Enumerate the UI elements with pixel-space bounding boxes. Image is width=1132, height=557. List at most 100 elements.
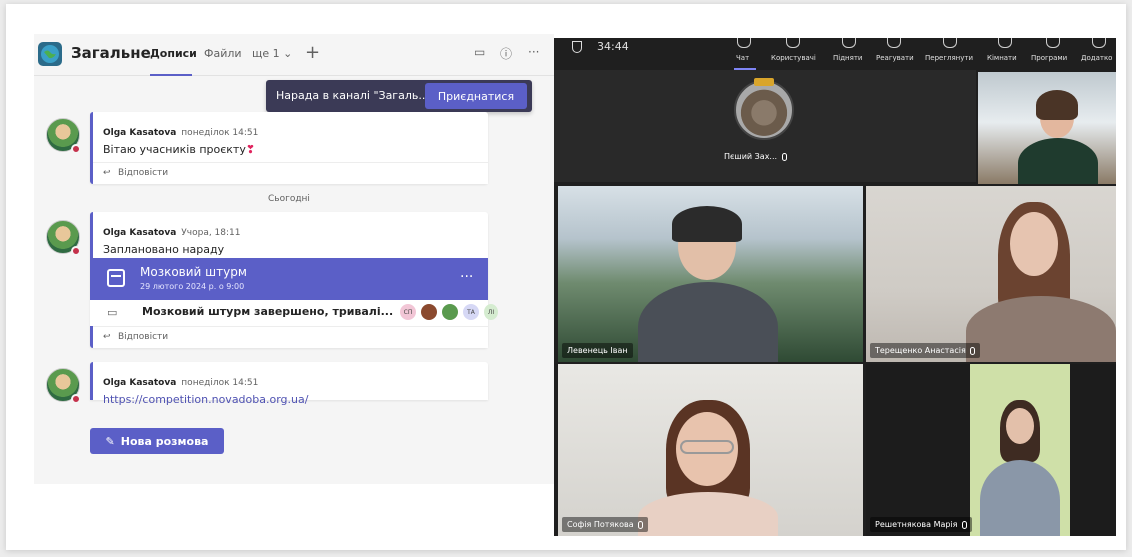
meeting-title: Мозковий штурм (140, 265, 247, 279)
participant-chip: ЛІ (484, 304, 498, 320)
meeting-date: 29 лютого 2024 р. о 9:00 (140, 282, 245, 291)
status-dot-icon (71, 144, 81, 154)
participant-label: Пєший Зах... (724, 152, 788, 161)
participant-label: Софія Потякова (562, 517, 648, 532)
message-card[interactable]: Olga Kasatova понеділок 14:51 Вітаю учасн… (90, 112, 488, 184)
participant-chip: СП (400, 304, 416, 320)
message-author: Olga Kasatova (103, 128, 177, 138)
chat-icon (737, 38, 751, 48)
new-conversation-button[interactable]: ✎ Нова розмова (90, 428, 224, 454)
toolbar-more[interactable]: Додатко (1081, 54, 1112, 62)
message-header: Olga Kasatova понеділок 14:51 (103, 370, 478, 389)
message-text-row: Вітаю учасників проєкту❣ (103, 143, 478, 156)
mic-off-icon (782, 152, 788, 161)
reply-arrow-icon: ↩ (103, 168, 111, 178)
participant-tile[interactable]: Пєший Зах... (554, 70, 976, 182)
participant-tile[interactable]: Левенець Іван (558, 186, 863, 362)
participant-body (980, 460, 1060, 536)
message-header: Olga Kasatova понеділок 14:51 (103, 120, 478, 139)
glasses-icon (680, 440, 734, 454)
participant-body (1018, 138, 1098, 184)
add-tab-icon[interactable]: + (305, 42, 320, 63)
participant-face (1010, 212, 1058, 276)
active-tab-indicator (150, 74, 192, 76)
participant-name: Решетнякова Марія (875, 520, 958, 529)
crown-icon (754, 78, 774, 86)
people-icon (786, 38, 800, 48)
react-icon (887, 38, 901, 48)
participant-label: Решетнякова Марія (870, 517, 972, 532)
channel-header: Загальне Дописи Файли ще 1 ⌄ + ▭ ⓘ ··· (34, 34, 554, 76)
tab-posts[interactable]: Дописи (150, 47, 197, 60)
meeting-ended-text: Мозковий штурм завершено, тривалі... (142, 305, 394, 318)
join-button[interactable]: Приєднатися (425, 83, 527, 109)
participant-name: Терещенко Анастасія (875, 346, 966, 355)
camera-icon: ▭ (107, 306, 118, 319)
chevron-down-icon: ⌄ (283, 47, 293, 60)
more-options-icon[interactable]: ··· (528, 45, 539, 59)
participant-body (638, 282, 778, 362)
participant-body (638, 492, 778, 536)
message-text: Заплановано нараду (103, 243, 225, 256)
toolbar-apps[interactable]: Програми (1031, 54, 1067, 62)
meeting-timer: 34:44 (597, 40, 629, 53)
message-link[interactable]: https://competition.novadoba.org.ua/ (103, 393, 478, 406)
teams-channel-panel: Загальне Дописи Файли ще 1 ⌄ + ▭ ⓘ ··· Н… (34, 34, 554, 484)
date-separator: Сьогодні (268, 194, 310, 204)
tab-files[interactable]: Файли (204, 47, 242, 60)
tab-more[interactable]: ще 1 ⌄ (252, 47, 292, 60)
more-icon (1092, 38, 1106, 48)
meeting-toolbar: 34:44 Чат Користувачі Підняти Реагувати … (554, 38, 1116, 70)
channel-title: Загальне (71, 44, 151, 62)
meeting-banner: Нарада в каналі "Загаль... Приєднатися (266, 80, 532, 112)
message-time: Учора, 18:11 (181, 228, 241, 238)
heart-emoji-icon: ❣ (245, 143, 256, 156)
info-icon[interactable]: ⓘ (500, 45, 512, 62)
message-time: понеділок 14:51 (181, 378, 259, 388)
participant-label: Левенець Іван (562, 343, 633, 358)
participant-tile[interactable]: Терещенко Анастасія (866, 186, 1116, 362)
tab-more-label: ще 1 (252, 47, 280, 60)
message-card[interactable]: Olga Kasatova понеділок 14:51 https://com… (90, 362, 488, 406)
meeting-card[interactable]: Мозковий штурм 29 лютого 2024 р. о 9:00 … (90, 258, 488, 300)
reply-bar[interactable]: ↩ Відповісти (93, 162, 488, 184)
reply-link[interactable]: Відповісти (118, 168, 168, 178)
participant-chip (421, 304, 437, 320)
reply-link[interactable]: Відповісти (118, 332, 168, 342)
toolbar-react[interactable]: Реагувати (876, 54, 914, 62)
shield-icon (572, 41, 582, 53)
new-conversation-label: Нова розмова (120, 434, 209, 448)
reply-bar[interactable]: ↩ Відповісти (93, 326, 488, 348)
toolbar-raise-hand[interactable]: Підняти (833, 54, 862, 62)
meet-now-icon[interactable]: ▭ (474, 45, 485, 59)
participant-tile[interactable]: Софія Потякова (558, 364, 863, 536)
banner-text: Нарада в каналі "Загаль... (276, 89, 429, 102)
participant-body (966, 296, 1116, 362)
rooms-icon (998, 38, 1012, 48)
message-time: понеділок 14:51 (181, 128, 259, 138)
meeting-more-icon[interactable]: ··· (460, 269, 473, 285)
status-dot-icon (71, 246, 81, 256)
meeting-panel: 34:44 Чат Користувачі Підняти Реагувати … (554, 38, 1116, 536)
calendar-icon (107, 269, 125, 287)
toolbar-rooms[interactable]: Кімнати (987, 54, 1017, 62)
participant-chip (442, 304, 458, 320)
participant-name: Пєший Зах... (724, 152, 778, 161)
toolbar-people[interactable]: Користувачі (771, 54, 816, 62)
participant-tile[interactable]: Решетнякова Марія (866, 364, 1116, 536)
reply-arrow-icon: ↩ (103, 332, 111, 342)
team-globe-icon[interactable] (38, 42, 62, 66)
participant-tile[interactable] (978, 72, 1116, 184)
toolbar-view[interactable]: Переглянути (925, 54, 973, 62)
meeting-ended-row[interactable]: ▭ Мозковий штурм завершено, тривалі... С… (90, 300, 498, 326)
message-author: Olga Kasatova (103, 228, 177, 238)
mic-off-icon (637, 520, 643, 529)
toolbar-chat[interactable]: Чат (736, 54, 749, 62)
participant-name: Софія Потякова (567, 520, 634, 529)
apps-icon (1046, 38, 1060, 48)
compose-icon: ✎ (105, 434, 115, 448)
participant-avatar (734, 80, 794, 140)
participant-label: Терещенко Анастасія (870, 343, 980, 358)
message-text: Вітаю учасників проєкту (103, 143, 246, 156)
raise-hand-icon (842, 38, 856, 48)
